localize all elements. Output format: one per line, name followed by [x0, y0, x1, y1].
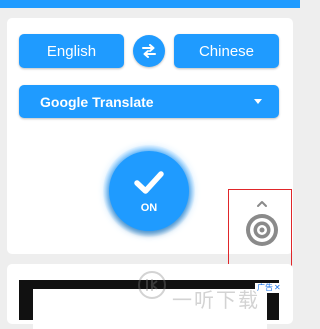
target-language-button[interactable]: Chinese: [174, 34, 279, 68]
engine-select-value: Google Translate: [40, 94, 154, 110]
watermark-logo-icon: [138, 271, 166, 299]
watermark-text: 一听下载: [172, 290, 260, 312]
floating-target-button[interactable]: [244, 198, 280, 254]
source-language-button[interactable]: English: [19, 34, 124, 68]
source-language-label: English: [46, 42, 97, 60]
swap-languages-button[interactable]: [133, 35, 165, 67]
power-state-label: ON: [140, 202, 158, 214]
ad-close-icon[interactable]: ✕: [274, 283, 281, 293]
top-bar: [0, 0, 300, 8]
swap-horizontal-icon: [142, 44, 156, 58]
target-icon: [246, 201, 278, 246]
caret-down-icon: [254, 99, 262, 104]
translation-engine-select[interactable]: Google Translate: [19, 85, 279, 118]
power-toggle-button[interactable]: ON: [109, 151, 189, 231]
checkmark-icon: [134, 171, 164, 194]
target-language-label: Chinese: [198, 42, 255, 60]
